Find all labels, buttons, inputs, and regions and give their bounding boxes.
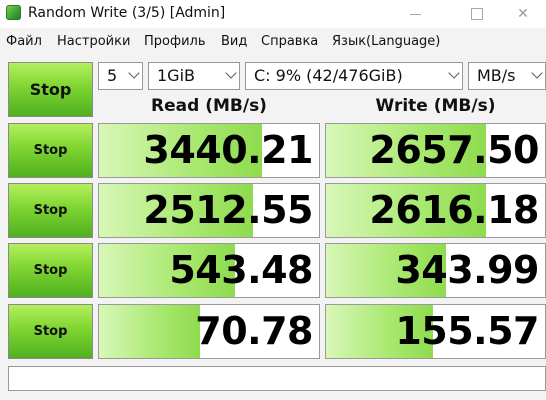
menu-view[interactable]: Вид bbox=[221, 34, 247, 50]
test-4-read-result: 70.78 bbox=[98, 304, 320, 359]
minimize-icon bbox=[409, 13, 421, 15]
test-size-select[interactable]: 1GiB bbox=[148, 62, 240, 90]
menu-help[interactable]: Справка bbox=[261, 34, 318, 50]
unit-value: MB/s bbox=[477, 66, 516, 85]
test-3-stop-button[interactable]: Stop bbox=[8, 243, 93, 298]
menu-settings[interactable]: Настройки bbox=[57, 34, 130, 50]
result-value: 343.99 bbox=[395, 248, 539, 292]
test-1-write-result: 2657.50 bbox=[325, 123, 546, 178]
result-value: 543.48 bbox=[169, 248, 313, 292]
chevron-down-icon bbox=[531, 67, 543, 79]
result-value: 2657.50 bbox=[369, 128, 539, 172]
stop-all-button[interactable]: Stop bbox=[8, 62, 93, 117]
test-1-stop-button[interactable]: Stop bbox=[8, 123, 93, 178]
result-value: 155.57 bbox=[395, 309, 539, 353]
result-value: 2616.18 bbox=[369, 188, 539, 232]
test-count-select[interactable]: 5 bbox=[98, 62, 143, 90]
write-column-header: Write (MB/s) bbox=[375, 96, 496, 116]
result-value: 3440.21 bbox=[143, 128, 313, 172]
test-2-write-result: 2616.18 bbox=[325, 183, 546, 238]
title-bar: Random Write (3/5) [Admin] ✕ bbox=[0, 0, 546, 28]
maximize-button[interactable] bbox=[454, 0, 500, 28]
test-2-read-result: 2512.55 bbox=[98, 183, 320, 238]
minimize-button[interactable] bbox=[392, 0, 438, 28]
comment-field[interactable] bbox=[8, 366, 546, 391]
chevron-down-icon bbox=[448, 67, 460, 79]
test-3-write-result: 343.99 bbox=[325, 243, 546, 298]
test-4-write-result: 155.57 bbox=[325, 304, 546, 359]
close-button[interactable]: ✕ bbox=[500, 0, 546, 28]
test-1-read-result: 3440.21 bbox=[98, 123, 320, 178]
main-panel: Stop 5 1GiB C: 9% (42/476GiB) MB/s Read … bbox=[0, 54, 546, 400]
menu-bar: Файл Настройки Профиль Вид Справка Язык(… bbox=[0, 28, 546, 54]
read-column-header: Read (MB/s) bbox=[151, 96, 267, 116]
test-3-read-result: 543.48 bbox=[98, 243, 320, 298]
chevron-down-icon bbox=[225, 67, 237, 79]
drive-value: C: 9% (42/476GiB) bbox=[254, 66, 403, 85]
test-count-value: 5 bbox=[107, 66, 118, 85]
test-4-stop-button[interactable]: Stop bbox=[8, 304, 93, 359]
menu-profile[interactable]: Профиль bbox=[144, 34, 206, 50]
test-size-value: 1GiB bbox=[157, 66, 195, 85]
close-icon: ✕ bbox=[517, 6, 529, 22]
menu-language[interactable]: Язык(Language) bbox=[332, 34, 440, 50]
maximize-icon bbox=[471, 8, 483, 20]
result-value: 2512.55 bbox=[143, 188, 313, 232]
drive-select[interactable]: C: 9% (42/476GiB) bbox=[245, 62, 463, 90]
window-title: Random Write (3/5) [Admin] bbox=[28, 5, 226, 21]
unit-select[interactable]: MB/s bbox=[468, 62, 546, 90]
menu-file[interactable]: Файл bbox=[6, 34, 42, 50]
test-2-stop-button[interactable]: Stop bbox=[8, 183, 93, 238]
result-bar bbox=[99, 305, 201, 358]
chevron-down-icon bbox=[128, 67, 140, 79]
result-value: 70.78 bbox=[195, 309, 313, 353]
app-icon bbox=[6, 5, 21, 20]
